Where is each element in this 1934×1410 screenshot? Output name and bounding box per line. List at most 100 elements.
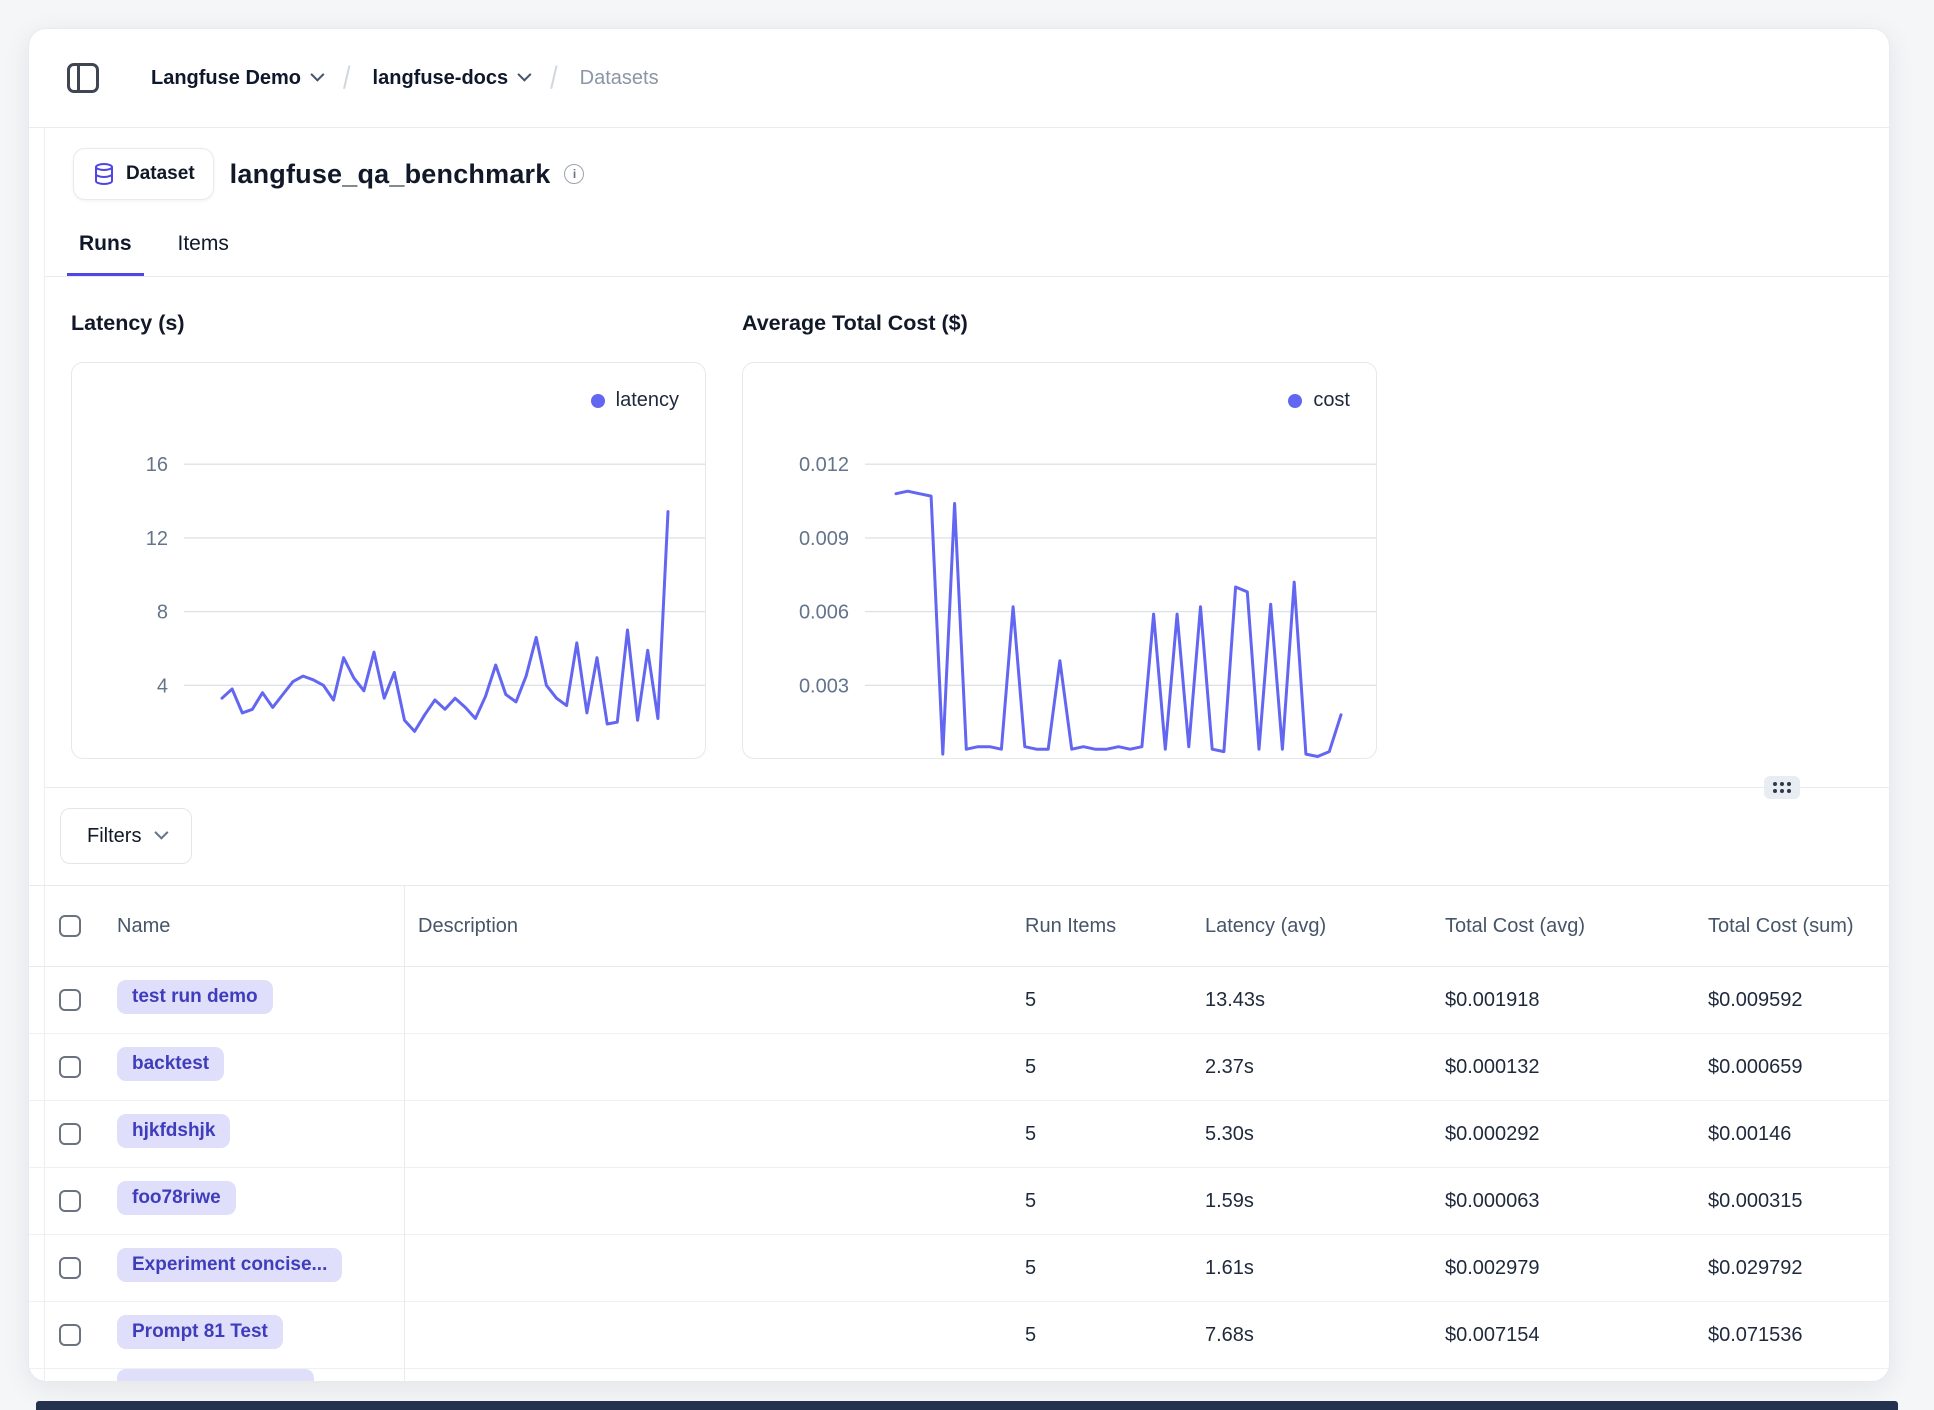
column-header-total-cost-sum: Total Cost (sum) [1694,915,1890,938]
tabs-border [45,276,1889,277]
row-checkbox[interactable] [59,1257,81,1279]
info-icon[interactable]: i [564,164,584,184]
cell-total-cost-avg: $0.000292 [1431,1123,1694,1146]
cell-latency-avg: 13.43s [1191,989,1431,1012]
svg-text:12: 12 [146,528,168,550]
table-row: test run demo 5 13.43s $0.001918 $0.0095… [29,967,1889,1034]
table-row-partial [29,1369,1889,1382]
tab-runs[interactable]: Runs [73,211,138,277]
database-icon [92,161,116,187]
window-bottom-edge [36,1401,1898,1410]
cell-total-cost-sum: $0.029792 [1694,1257,1890,1280]
svg-text:8: 8 [157,602,168,624]
sidebar-toggle-icon[interactable] [67,63,99,93]
breadcrumb-project[interactable]: langfuse-docs [373,67,529,90]
row-checkbox[interactable] [59,1123,81,1145]
cell-total-cost-avg: $0.001918 [1431,989,1694,1012]
cell-total-cost-avg: $0.007154 [1431,1324,1694,1347]
dataset-type-badge: Dataset [73,148,214,200]
breadcrumb-separator: / [550,60,558,96]
filters-label: Filters [87,825,141,848]
latency-legend: latency [591,389,679,412]
project-label: langfuse-docs [373,67,509,90]
latency-chart-card: 16 12 8 4 latency [71,362,706,759]
table-row: Experiment concise... 5 1.61s $0.002979 … [29,1235,1889,1302]
cell-total-cost-avg: $0.002979 [1431,1257,1694,1280]
svg-text:4: 4 [157,675,168,697]
row-checkbox[interactable] [59,1056,81,1078]
app-window: Langfuse Demo / langfuse-docs / Datasets… [28,28,1890,1382]
legend-label: latency [616,389,679,412]
column-header-run-items: Run Items [1011,915,1191,938]
cell-run-items: 5 [1011,989,1191,1012]
cell-latency-avg: 5.30s [1191,1123,1431,1146]
latency-chart-title: Latency (s) [71,311,185,336]
column-divider [404,886,405,1381]
select-all-checkbox[interactable] [59,915,81,937]
breadcrumb-section[interactable]: Datasets [580,67,659,90]
chevron-down-icon [310,68,324,82]
run-name-badge[interactable]: test run demo [117,980,273,1014]
run-name-badge[interactable]: backtest [117,1047,224,1081]
breadcrumb-organization[interactable]: Langfuse Demo [151,67,321,90]
chevron-down-icon [517,68,531,82]
row-checkbox[interactable] [59,1190,81,1212]
dataset-badge-label: Dataset [126,163,195,185]
legend-dot-icon [591,394,605,408]
table-row: hjkfdshjk 5 5.30s $0.000292 $0.00146 [29,1101,1889,1168]
titlebar: Langfuse Demo / langfuse-docs / Datasets [29,29,1889,128]
cell-latency-avg: 2.37s [1191,1056,1431,1079]
dataset-header: Dataset langfuse_qa_benchmark i [73,147,584,201]
cell-total-cost-sum: $0.000659 [1694,1056,1890,1079]
row-checkbox[interactable] [59,1324,81,1346]
page-title: langfuse_qa_benchmark [230,159,551,190]
run-name-badge[interactable]: Prompt 81 Test [117,1315,283,1349]
cell-run-items: 5 [1011,1056,1191,1079]
svg-text:0.012: 0.012 [799,454,849,476]
cell-run-items: 5 [1011,1123,1191,1146]
row-checkbox[interactable] [59,989,81,1011]
cost-chart-title: Average Total Cost ($) [742,311,968,336]
run-name-badge[interactable] [117,1369,314,1382]
cell-latency-avg: 1.59s [1191,1190,1431,1213]
cell-run-items: 5 [1011,1257,1191,1280]
breadcrumb: Langfuse Demo / langfuse-docs / Datasets [151,63,659,94]
table-body: test run demo 5 13.43s $0.001918 $0.0095… [29,967,1889,1369]
cell-total-cost-avg: $0.000063 [1431,1190,1694,1213]
cost-legend: cost [1288,389,1350,412]
table-row: foo78riwe 5 1.59s $0.000063 $0.000315 [29,1168,1889,1235]
section-divider [45,787,1889,788]
cell-total-cost-sum: $0.071536 [1694,1324,1890,1347]
cell-latency-avg: 7.68s [1191,1324,1431,1347]
column-header-total-cost-avg: Total Cost (avg) [1431,915,1694,938]
svg-text:0.003: 0.003 [799,675,849,697]
svg-text:0.009: 0.009 [799,528,849,550]
column-header-description: Description [404,915,1011,938]
latency-chart: 16 12 8 4 [72,363,705,758]
cell-total-cost-sum: $0.00146 [1694,1123,1890,1146]
tab-items[interactable]: Items [172,211,235,277]
runs-table: Name Description Run Items Latency (avg)… [29,885,1889,1381]
cost-chart-card: 0.012 0.009 0.006 0.003 cost [742,362,1377,759]
cost-chart: 0.012 0.009 0.006 0.003 [743,363,1376,758]
legend-dot-icon [1288,394,1302,408]
cell-run-items: 5 [1011,1190,1191,1213]
cell-latency-avg: 1.61s [1191,1257,1431,1280]
table-row: Prompt 81 Test 5 7.68s $0.007154 $0.0715… [29,1302,1889,1369]
cell-total-cost-avg: $0.000132 [1431,1056,1694,1079]
filters-button[interactable]: Filters [60,808,192,864]
run-name-badge[interactable]: hjkfdshjk [117,1114,230,1148]
svg-text:0.006: 0.006 [799,602,849,624]
tab-bar: Runs Items [73,211,235,277]
svg-text:16: 16 [146,454,168,476]
resize-drag-handle-icon[interactable] [1764,776,1800,799]
cell-run-items: 5 [1011,1324,1191,1347]
run-name-badge[interactable]: foo78riwe [117,1181,236,1215]
table-header-row: Name Description Run Items Latency (avg)… [29,886,1889,967]
legend-label: cost [1313,389,1350,412]
organization-label: Langfuse Demo [151,67,301,90]
breadcrumb-separator: / [343,60,351,96]
column-header-latency-avg: Latency (avg) [1191,915,1431,938]
run-name-badge[interactable]: Experiment concise... [117,1248,342,1282]
table-row: backtest 5 2.37s $0.000132 $0.000659 [29,1034,1889,1101]
